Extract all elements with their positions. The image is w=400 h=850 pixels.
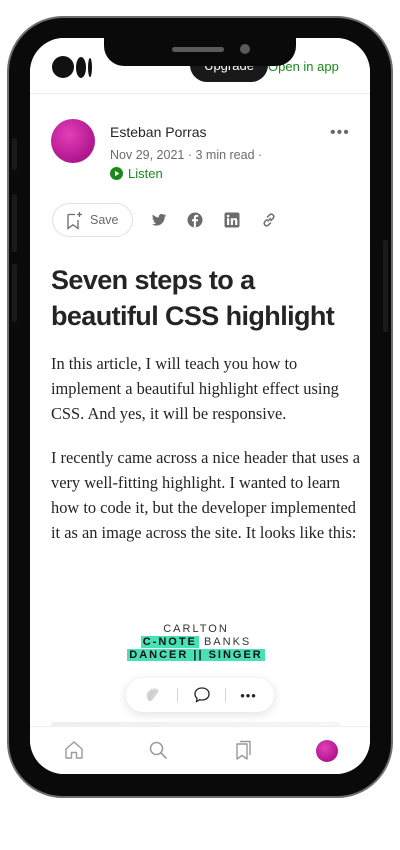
mute-switch <box>12 138 17 170</box>
image-text-line: CARLTON <box>163 623 229 635</box>
save-button[interactable]: Save <box>52 203 133 237</box>
image-highlight-text: C-NOTE <box>140 636 199 648</box>
image-text-line: DANCER || SINGER <box>126 649 266 662</box>
listen-label: Listen <box>128 166 163 181</box>
logo-ellipse-small <box>88 57 92 77</box>
article-highlight-image: CARLTON C-NOTE BANKS DANCER || SINGER <box>126 623 266 663</box>
home-icon[interactable] <box>63 739 85 761</box>
author-name[interactable]: Esteban Porras <box>110 124 207 140</box>
more-icon[interactable]: ••• <box>240 688 257 703</box>
front-camera <box>240 44 250 54</box>
article-paragraph: In this article, I will teach you how to… <box>51 354 339 423</box>
divider <box>224 688 226 702</box>
logo-ellipse-medium <box>76 56 86 78</box>
medium-logo[interactable] <box>52 56 92 78</box>
speaker-grille <box>172 47 224 52</box>
facebook-icon[interactable] <box>187 212 203 228</box>
bookmarks-icon[interactable] <box>232 739 254 761</box>
bottom-navigation <box>30 726 370 774</box>
clap-icon[interactable] <box>143 685 163 705</box>
search-icon[interactable] <box>147 739 169 761</box>
logo-circle-large <box>52 56 74 78</box>
play-icon <box>110 167 123 180</box>
linkedin-icon[interactable] <box>224 212 240 228</box>
author-avatar[interactable] <box>51 119 95 163</box>
read-time: 3 min read <box>195 148 255 162</box>
power-button <box>383 240 388 332</box>
image-highlight-text: DANCER || SINGER <box>127 649 265 661</box>
divider <box>177 688 179 702</box>
bookmark-add-icon <box>67 211 82 230</box>
comment-icon[interactable] <box>193 686 211 704</box>
image-text-line: C-NOTE BANKS <box>126 636 266 649</box>
volume-up-button <box>12 194 17 252</box>
article-paragraph: I recently came across a nice header tha… <box>51 448 360 542</box>
floating-action-bar: ••• <box>126 678 274 712</box>
app-screen: Upgrade Open in app Esteban Porras Nov 2… <box>30 38 370 774</box>
save-label: Save <box>90 213 119 227</box>
meta-separator: · <box>258 148 263 162</box>
listen-button[interactable]: Listen <box>110 166 163 181</box>
link-icon[interactable] <box>261 212 277 228</box>
article-title: Seven steps to a beautiful CSS highlight <box>51 265 335 331</box>
image-text: BANKS <box>198 636 252 648</box>
volume-down-button <box>12 264 17 322</box>
twitter-icon[interactable] <box>151 212 167 228</box>
more-options-icon[interactable]: ••• <box>330 124 350 142</box>
post-meta: Nov 29, 2021 · 3 min read · <box>110 148 262 162</box>
phone-notch <box>104 30 296 66</box>
post-date: Nov 29, 2021 <box>110 148 185 162</box>
profile-avatar[interactable] <box>316 740 338 762</box>
